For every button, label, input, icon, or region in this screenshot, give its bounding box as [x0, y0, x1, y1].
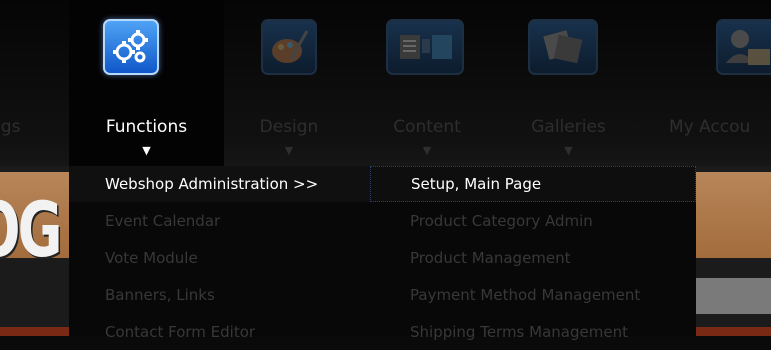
menu-item-product-category-admin[interactable]: Product Category Admin — [370, 203, 696, 239]
webshop-submenu: Setup, Main Page Product Category Admin … — [370, 166, 696, 341]
nav-item-functions[interactable]: Functions ▼ — [69, 0, 224, 166]
chevron-down-icon: ▼ — [422, 144, 432, 157]
nav-label-content: Content — [393, 117, 461, 137]
menu-item-product-management[interactable]: Product Management — [370, 240, 696, 276]
top-navigation-bar: ngs F — [0, 0, 771, 166]
content-panel — [695, 278, 771, 314]
palette-icon — [261, 19, 317, 75]
menu-item-vote-module[interactable]: Vote Module — [69, 240, 370, 276]
nav-label-settings: ngs — [0, 117, 21, 137]
nav-label-my-account: My Accou — [669, 117, 751, 137]
content-blocks-icon — [386, 19, 464, 75]
user-icon — [716, 19, 771, 75]
menu-item-event-calendar[interactable]: Event Calendar — [69, 203, 370, 239]
chevron-down-icon: ▼ — [284, 144, 294, 157]
menu-item-setup-main-page[interactable]: Setup, Main Page — [370, 166, 696, 202]
nav-item-design[interactable]: Design ▼ — [224, 0, 354, 166]
gears-icon — [103, 19, 159, 75]
nav-label-design: Design — [259, 117, 319, 137]
nav-item-content[interactable]: Content ▼ — [354, 0, 500, 166]
nav-item-settings[interactable]: ngs — [0, 0, 69, 166]
menu-item-shipping-terms-management[interactable]: Shipping Terms Management — [370, 314, 696, 350]
chevron-down-icon: ▼ — [142, 144, 151, 157]
nav-item-galleries[interactable]: Galleries ▼ — [500, 0, 637, 166]
site-logo-text: OG — [0, 185, 63, 274]
menu-item-contact-form-editor[interactable]: Contact Form Editor — [69, 314, 370, 350]
nav-label-galleries: Galleries — [531, 117, 606, 137]
menu-item-banners-links[interactable]: Banners, Links — [69, 277, 370, 313]
photos-icon — [528, 19, 598, 75]
chevron-down-icon: ▼ — [564, 144, 573, 157]
nav-label-functions: Functions — [105, 117, 188, 137]
nav-item-my-account[interactable]: My Accou — [637, 0, 771, 166]
menu-item-webshop-administration[interactable]: Webshop Administration >> — [69, 166, 370, 202]
functions-dropdown-menu: Webshop Administration >> Event Calendar… — [69, 166, 370, 341]
menu-item-payment-method-management[interactable]: Payment Method Management — [370, 277, 696, 313]
